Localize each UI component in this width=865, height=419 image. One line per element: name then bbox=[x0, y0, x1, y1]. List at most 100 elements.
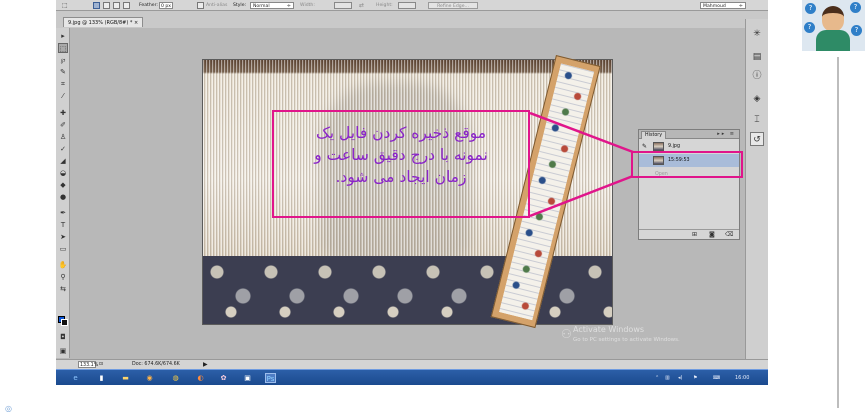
snapshot-thumbnail bbox=[653, 142, 664, 151]
subtract-selection-button[interactable] bbox=[113, 2, 120, 9]
document-tab-bar: 9.jpg @ 133% (RGB/8#) * × bbox=[56, 11, 768, 28]
photoshop-window: ⬚ Feather: 0 px Anti-alias Style: Normal… bbox=[56, 0, 768, 385]
windows-logo-icon: ⚇ bbox=[561, 327, 572, 341]
rectangle-tool-icon[interactable]: ▭ bbox=[58, 244, 68, 254]
width-label: Width: bbox=[300, 3, 315, 8]
style-label: Style: bbox=[233, 3, 247, 8]
presenter-avatar: ? ? ? ? bbox=[802, 0, 865, 51]
keyboard-icon[interactable]: ⌨ bbox=[713, 374, 720, 382]
network-icon[interactable]: ▥ bbox=[665, 374, 670, 382]
height-input[interactable] bbox=[398, 2, 416, 9]
panel-dock: ✳ ▤ ⓘ ◈ ⌶ ↺ bbox=[745, 19, 768, 359]
navigator-icon[interactable]: ✳ bbox=[750, 27, 764, 41]
divider-line bbox=[837, 57, 839, 408]
photoshop-taskbar-icon[interactable]: Ps bbox=[265, 373, 276, 383]
avatar-head bbox=[822, 6, 844, 32]
status-menu-icon[interactable]: ⊡ bbox=[99, 361, 103, 368]
pen-tool-icon[interactable]: ✒ bbox=[58, 208, 68, 218]
media-player-icon[interactable]: ◉ bbox=[144, 373, 155, 383]
new-document-from-state-icon[interactable]: ⊞ bbox=[692, 231, 697, 238]
zoom-tool-icon[interactable]: ⚲ bbox=[58, 272, 68, 282]
clock[interactable]: 16:00 bbox=[735, 374, 749, 382]
zoom-level-field[interactable]: 133.1% bbox=[78, 361, 98, 368]
options-bar: ⬚ Feather: 0 px Anti-alias Style: Normal… bbox=[56, 0, 768, 11]
hand-tool-icon[interactable]: ✋ bbox=[58, 260, 68, 270]
quick-selection-tool-icon[interactable]: ✎ bbox=[58, 67, 68, 77]
taskbar: e ▮ ▬ ◉ ◍ ◐ ✿ ▣ Ps ⌃ ▥ ◂) ⚑ ⌨ 16:00 bbox=[56, 369, 768, 385]
question-bubble-icon: ? bbox=[850, 2, 861, 13]
refine-edge-button[interactable]: Refine Edge... bbox=[428, 2, 478, 9]
layers-icon[interactable]: ◈ bbox=[750, 92, 764, 106]
new-selection-button[interactable] bbox=[93, 2, 100, 9]
clone-stamp-tool-icon[interactable]: ♙ bbox=[58, 132, 68, 142]
eyedropper-tool-icon[interactable]: ⁄ bbox=[58, 91, 68, 101]
info-icon[interactable]: ⓘ bbox=[750, 69, 764, 83]
app-icon[interactable]: ▣ bbox=[242, 373, 253, 383]
swatches-icon[interactable]: ▤ bbox=[750, 50, 764, 64]
chrome-icon[interactable]: ◍ bbox=[170, 373, 181, 383]
swap-dimensions-icon[interactable]: ⇄ bbox=[359, 2, 364, 9]
eraser-tool-icon[interactable]: ◢ bbox=[58, 156, 68, 166]
height-label: Height: bbox=[376, 3, 393, 8]
annotation-callout-text: موقع ذخیره کردن فایل یک نمونه با درج دقی… bbox=[314, 124, 488, 186]
watermark-title: Activate Windows bbox=[573, 325, 645, 334]
move-tool-icon[interactable]: ▸ bbox=[58, 31, 68, 41]
healing-brush-tool-icon[interactable]: ✚ bbox=[58, 108, 68, 118]
paint-bucket-tool-icon[interactable]: ◒ bbox=[58, 168, 68, 178]
history-panel: History ▸▸ ≡ ✎ 9.jpg 15:59:53 Open ⊞ ◙ ⌫ bbox=[638, 129, 740, 240]
question-bubble-icon: ? bbox=[804, 22, 815, 33]
activation-watermark: Activate Windows Go to PC settings to ac… bbox=[573, 325, 680, 345]
path-selection-tool-icon[interactable]: ➤ bbox=[58, 232, 68, 242]
history-panel-header: History ▸▸ ≡ bbox=[639, 130, 739, 139]
crop-tool-icon[interactable]: ⌗ bbox=[58, 79, 68, 89]
dodge-tool-icon[interactable]: ● bbox=[58, 192, 68, 202]
document-info: Doc: 674.6K/674.6K bbox=[132, 362, 180, 367]
type-tool-icon[interactable]: T bbox=[58, 220, 68, 230]
panel-menu-icon[interactable]: ▸▸ ≡ bbox=[717, 131, 736, 137]
history-panel-title[interactable]: History bbox=[641, 131, 667, 139]
status-bar: 133.1% ⊡ Doc: 674.6K/674.6K ▶ bbox=[56, 359, 768, 369]
ie-browser-icon[interactable]: e bbox=[70, 373, 81, 383]
status-arrow-icon[interactable]: ▶ bbox=[203, 361, 208, 368]
quick-mask-icon[interactable]: ◘ bbox=[58, 332, 68, 342]
question-bubble-icon: ? bbox=[851, 25, 862, 36]
tools-panel: ▸ ⬚ ℘ ✎ ⌗ ⁄ ✚ ✐ ♙ ✓ ◢ ◒ ◆ ● ✒ T ➤ ▭ ✋ ⚲ … bbox=[56, 28, 70, 358]
history-highlight-box bbox=[631, 151, 743, 178]
character-icon[interactable]: ⌶ bbox=[750, 113, 764, 127]
brush-tool-icon[interactable]: ✐ bbox=[58, 120, 68, 130]
workspace-select[interactable]: Mahmoud bbox=[700, 2, 746, 10]
annotation-callout-box: موقع ذخیره کردن فایل یک نمونه با درج دقی… bbox=[272, 110, 530, 218]
flag-icon[interactable]: ⚑ bbox=[693, 374, 697, 382]
width-input[interactable] bbox=[334, 2, 352, 9]
history-brush-tool-icon[interactable]: ✓ bbox=[58, 144, 68, 154]
paint-icon[interactable]: ✿ bbox=[218, 373, 229, 383]
volume-icon[interactable]: ◂) bbox=[678, 374, 682, 382]
tray-arrow-icon[interactable]: ⌃ bbox=[655, 374, 659, 382]
firefox-icon[interactable]: ◐ bbox=[195, 373, 206, 383]
feather-label: Feather: bbox=[139, 3, 158, 8]
background-color-swatch[interactable] bbox=[61, 319, 68, 326]
document-tab[interactable]: 9.jpg @ 133% (RGB/8#) * × bbox=[63, 17, 144, 27]
antialias-label: Anti-alias bbox=[206, 3, 228, 8]
history-panel-footer: ⊞ ◙ ⌫ bbox=[639, 229, 739, 239]
swap-colors-icon[interactable]: ⇆ bbox=[58, 284, 68, 294]
screen-mode-icon[interactable]: ▣ bbox=[58, 346, 68, 356]
antialias-checkbox[interactable] bbox=[197, 2, 204, 9]
blur-tool-icon[interactable]: ◆ bbox=[58, 180, 68, 190]
file-explorer-icon[interactable]: ▬ bbox=[120, 373, 131, 383]
corner-logo-icon: ◎ bbox=[5, 404, 12, 413]
intersect-selection-button[interactable] bbox=[123, 2, 130, 9]
avatar-body bbox=[816, 30, 850, 51]
trash-icon[interactable]: ⌫ bbox=[725, 231, 733, 238]
style-select[interactable]: Normal bbox=[250, 2, 294, 10]
watermark-subtitle: Go to PC settings to activate Windows. bbox=[573, 337, 680, 343]
feather-input[interactable]: 0 px bbox=[159, 2, 173, 9]
camera-snapshot-icon[interactable]: ◙ bbox=[709, 231, 715, 238]
question-bubble-icon: ? bbox=[805, 3, 816, 14]
rectangular-marquee-tool-icon[interactable]: ⬚ bbox=[58, 43, 68, 53]
store-icon[interactable]: ▮ bbox=[96, 373, 107, 383]
marquee-tool-icon[interactable]: ⬚ bbox=[62, 2, 68, 9]
add-selection-button[interactable] bbox=[103, 2, 110, 9]
history-dock-icon[interactable]: ↺ bbox=[750, 132, 764, 146]
lasso-tool-icon[interactable]: ℘ bbox=[58, 55, 68, 65]
